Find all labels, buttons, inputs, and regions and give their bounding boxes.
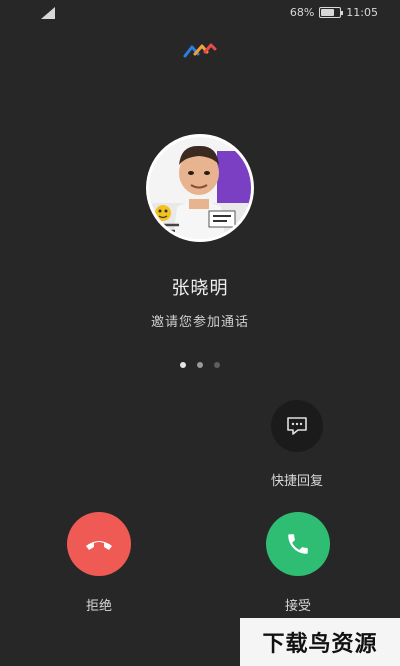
battery-percent: 68% (289, 6, 315, 19)
quick-reply-label: 快捷回复 (270, 474, 323, 489)
accept-label: 接受 (284, 599, 311, 614)
battery-fill (321, 9, 334, 16)
call-app-logo-icon (183, 43, 217, 58)
watermark: 下载鸟资源 (240, 618, 400, 666)
caller-avatar (146, 134, 254, 242)
page-dot (214, 362, 220, 368)
avatar-image (149, 137, 251, 239)
page-dot (180, 362, 186, 368)
status-right: 68% 11:05 (290, 6, 378, 19)
decline-call-button[interactable] (67, 512, 131, 576)
decline-label: 拒绝 (85, 599, 112, 614)
page-dot (197, 362, 203, 368)
signal-icon (41, 7, 55, 19)
message-icon (287, 417, 307, 435)
clock: 11:05 (346, 6, 378, 19)
accept-call-button[interactable] (266, 512, 330, 576)
caller-name: 张晓明 (171, 278, 229, 299)
incoming-call-screen: 68% 11:05 张晓明 邀请您参加通话 快捷回复 拒绝 接受 下载鸟资源 (0, 0, 400, 666)
phone-icon (288, 534, 308, 554)
battery-icon (319, 7, 344, 18)
hang-up-icon (86, 541, 112, 550)
call-subtitle: 邀请您参加通话 (150, 315, 249, 330)
watermark-text: 下载鸟资源 (262, 632, 378, 657)
status-bar: 68% 11:05 (0, 0, 400, 26)
page-indicator (0, 362, 400, 368)
quick-reply-button[interactable] (271, 400, 323, 452)
